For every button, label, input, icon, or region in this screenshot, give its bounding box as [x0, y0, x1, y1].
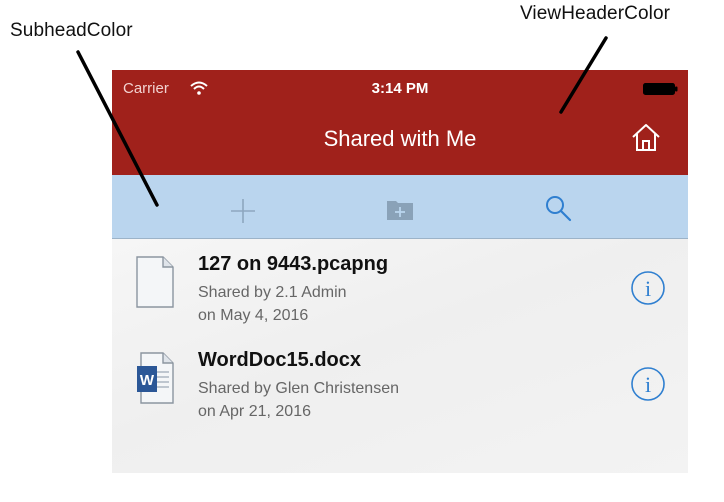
word-doc-icon: W: [137, 352, 174, 404]
shared-date-label: on Apr 21, 2016: [198, 403, 311, 420]
view-header: Carrier 3:14 PM Shared with Me: [112, 70, 688, 175]
plus-icon[interactable]: [229, 197, 257, 225]
status-time: 3:14 PM: [371, 80, 429, 97]
subhead-toolbar: [112, 175, 688, 239]
shared-by-label: Shared by 2.1 Admin: [198, 284, 347, 301]
subhead-color-annotation: SubheadColor: [10, 20, 133, 41]
svg-text:W: W: [140, 372, 155, 389]
file-list: 127 on 9443.pcapng Shared by 2.1 Admin o…: [112, 239, 688, 473]
phone-screen: Carrier 3:14 PM Shared with Me 127 on 94…: [112, 70, 688, 473]
list-item[interactable]: W WordDoc15.docx Shared by Glen Christen…: [112, 335, 688, 433]
file-name: 127 on 9443.pcapng: [198, 253, 389, 275]
info-icon[interactable]: i: [630, 366, 666, 402]
view-header-color-annotation: ViewHeaderColor: [520, 3, 671, 24]
info-icon[interactable]: i: [630, 270, 666, 306]
search-icon[interactable]: [543, 193, 573, 223]
shared-date-label: on May 4, 2016: [198, 307, 309, 324]
page-title: Shared with Me: [323, 126, 477, 151]
shared-by-label: Shared by Glen Christensen: [198, 380, 399, 397]
svg-text:i: i: [645, 372, 651, 397]
battery-icon: [643, 83, 678, 95]
svg-text:i: i: [645, 276, 651, 301]
home-icon[interactable]: [630, 122, 662, 152]
status-bar: Carrier 3:14 PM: [112, 70, 688, 104]
new-folder-icon[interactable]: [386, 195, 414, 223]
list-item[interactable]: 127 on 9443.pcapng Shared by 2.1 Admin o…: [112, 239, 688, 337]
generic-file-icon: [136, 256, 174, 308]
file-name: WordDoc15.docx: [198, 349, 361, 371]
